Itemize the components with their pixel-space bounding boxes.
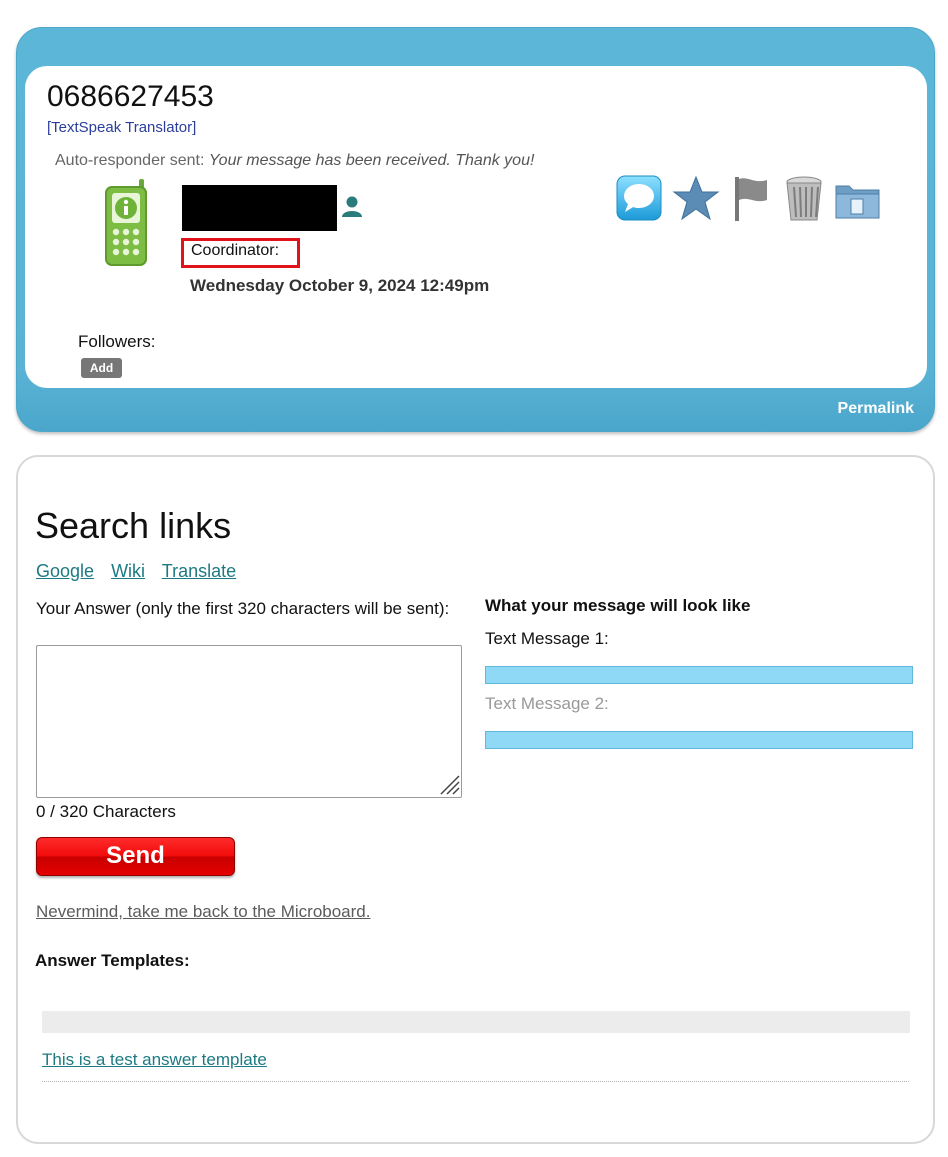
answer-label: Your Answer (only the first 320 characte… [36,599,450,618]
google-link[interactable]: Google [36,561,94,581]
folder-icon[interactable] [833,174,883,224]
answer-card: Search links Google Wiki Translate Your … [16,455,935,1144]
add-follower-button[interactable]: Add [81,358,122,378]
wiki-link[interactable]: Wiki [111,561,145,581]
auto-responder-note: Auto-responder sent: Your message has be… [55,152,534,170]
text-message-2-label: Text Message 2: [485,694,609,713]
templates-header-bar [42,1011,910,1033]
message-details: 0686627453 [TextSpeak Translator] Auto-r… [25,66,927,388]
message-card: 0686627453 [TextSpeak Translator] Auto-r… [16,27,935,432]
redacted-sender-name [182,185,337,231]
trash-icon[interactable] [779,174,829,224]
mobile-phone-info-icon [105,179,147,266]
coordinator-label: Coordinator: [181,238,300,268]
template-divider [42,1081,909,1082]
resize-grip-icon[interactable] [438,773,460,795]
user-profile-icon[interactable] [340,194,364,218]
phone-number: 0686627453 [47,80,214,113]
star-icon[interactable] [671,174,721,224]
answer-templates-label: Answer Templates: [35,951,190,970]
text-message-1-label: Text Message 1: [485,629,609,648]
message-date: Wednesday October 9, 2024 12:49pm [190,276,490,295]
search-links: Google Wiki Translate [36,561,248,582]
text-message-1-preview [485,666,913,684]
flag-icon[interactable] [727,174,777,224]
textspeak-translator-link[interactable]: [TextSpeak Translator] [47,119,196,136]
reply-bubble-icon[interactable] [615,174,665,224]
translate-link[interactable]: Translate [162,561,236,581]
auto-responder-prefix: Auto-responder sent: [55,152,209,169]
send-button[interactable]: Send [36,837,235,876]
answer-template-link[interactable]: This is a test answer template [42,1050,267,1070]
followers-label: Followers: [78,332,156,351]
back-to-microboard-link[interactable]: Nevermind, take me back to the Microboar… [36,902,370,922]
character-counter: 0 / 320 Characters [36,802,176,821]
auto-responder-text: Your message has been received. Thank yo… [208,152,535,169]
search-links-title: Search links [35,505,232,546]
answer-textarea[interactable] [36,645,462,798]
text-message-2-preview [485,731,913,749]
permalink-link[interactable]: Permalink [838,400,914,418]
preview-title: What your message will look like [485,596,751,615]
